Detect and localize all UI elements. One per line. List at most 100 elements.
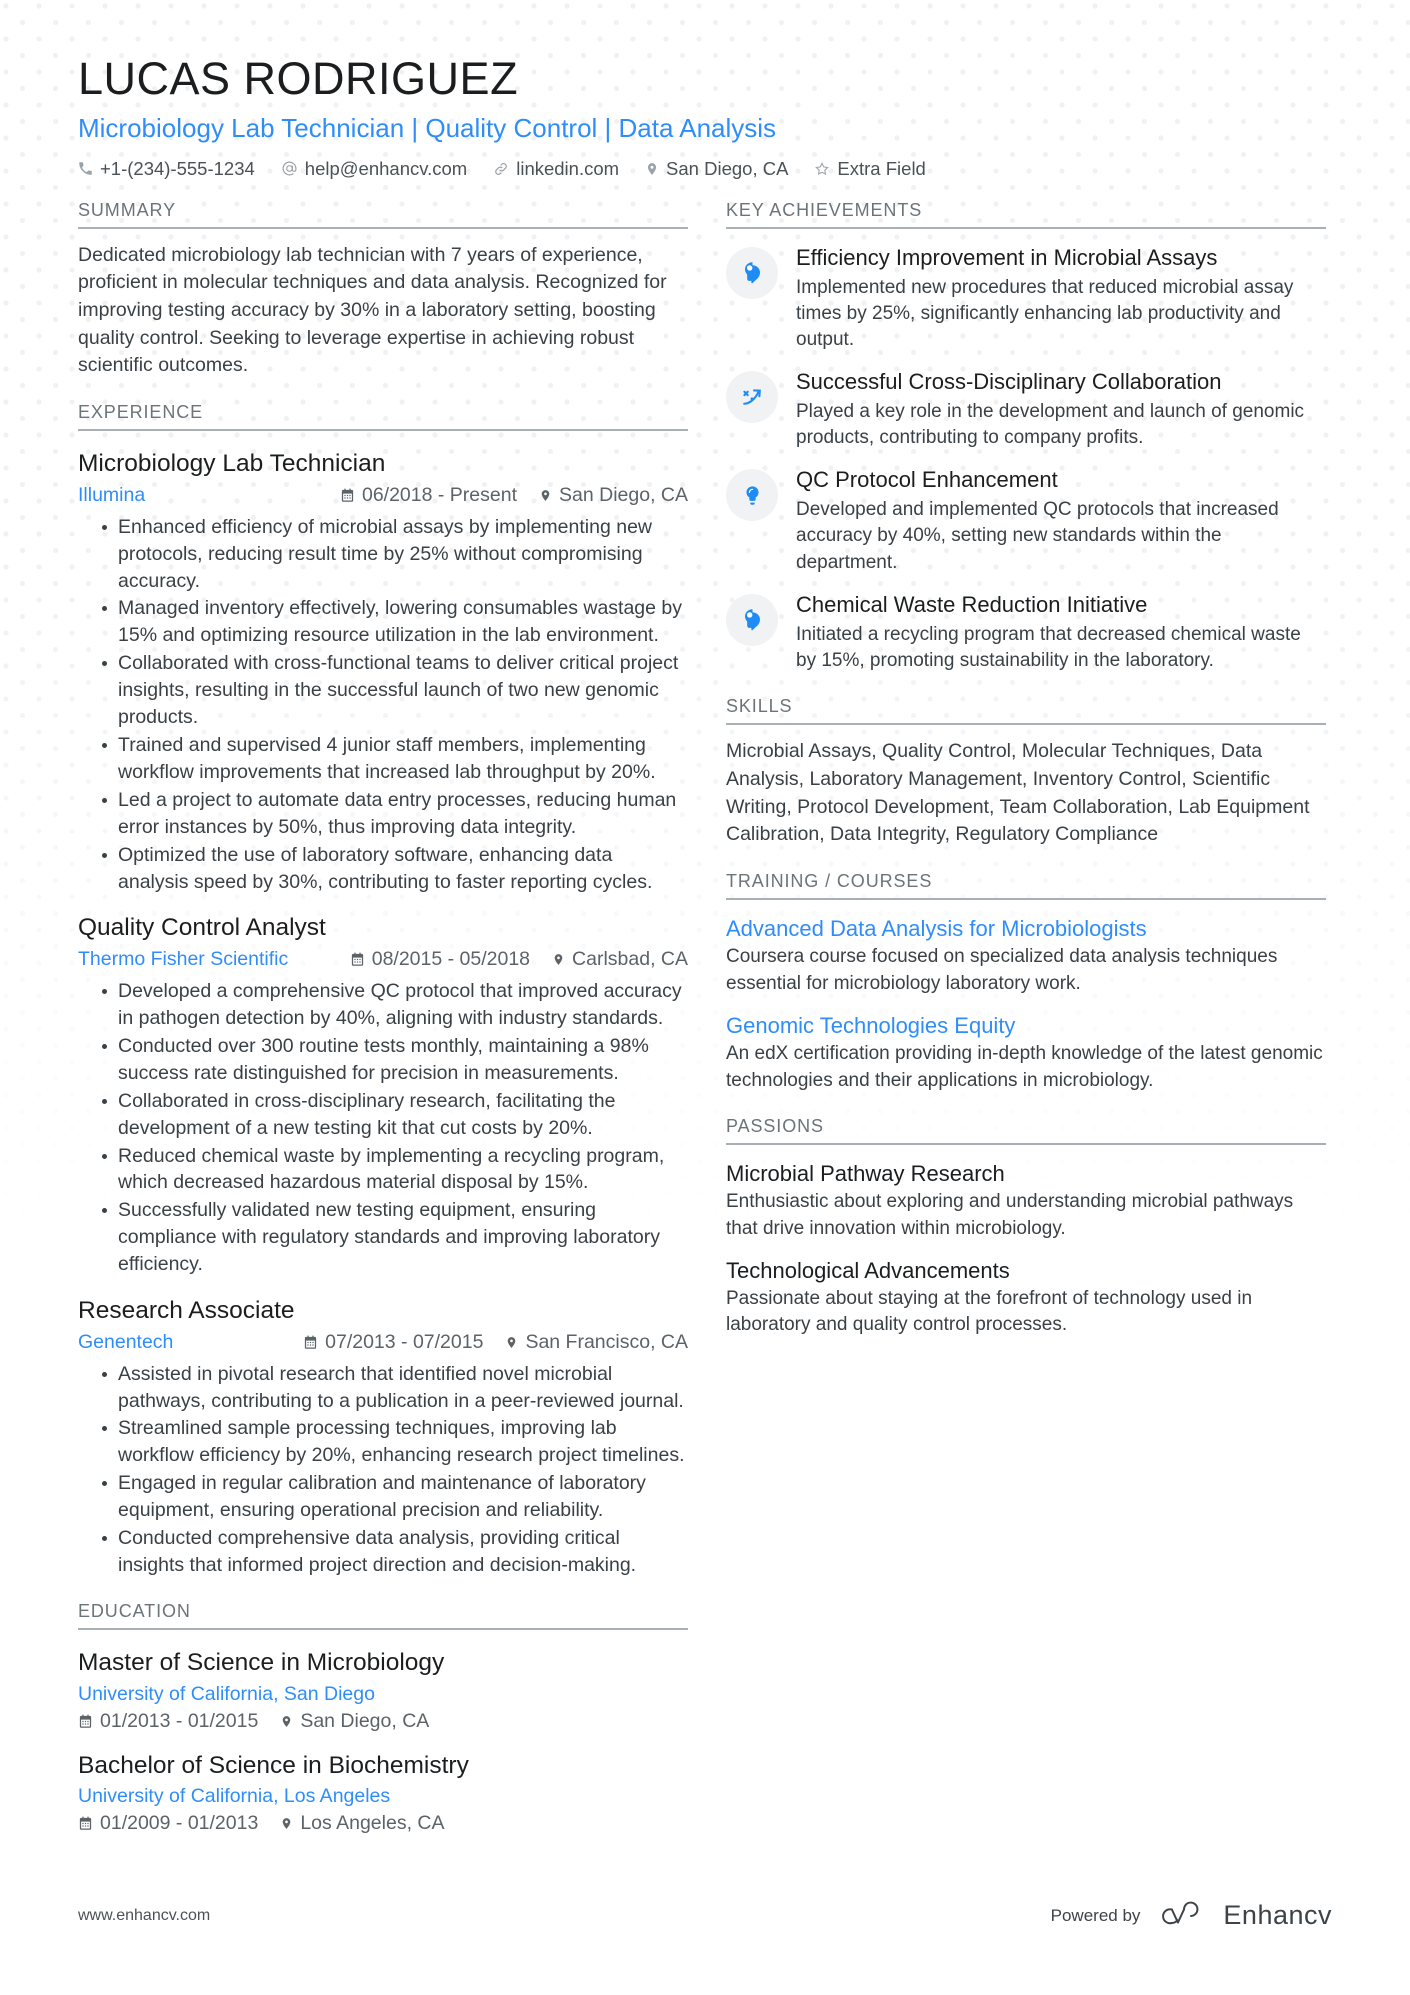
calendar-icon — [78, 1714, 93, 1729]
calendar-icon — [78, 1816, 93, 1831]
job-company[interactable]: Genentech — [78, 1331, 281, 1354]
infinity-check-icon — [1162, 1901, 1199, 1924]
summary-heading: SUMMARY — [78, 200, 688, 229]
achievement-desc: Developed and implemented QC protocols t… — [796, 499, 1279, 573]
achievement-body: Efficiency Improvement in Microbial Assa… — [796, 245, 1326, 353]
section-key-achievements: KEY ACHIEVEMENTS Efficiency Improvement … — [726, 200, 1326, 675]
education-location: Los Angeles, CA — [280, 1812, 445, 1835]
footer-url[interactable]: www.enhancv.com — [78, 1907, 210, 1925]
achievement-body: Chemical Waste Reduction Initiative Init… — [796, 592, 1326, 674]
job-bullet: Led a project to automate data entry pro… — [102, 787, 688, 841]
job-bullet: Trained and supervised 4 junior staff me… — [102, 732, 688, 786]
school-name[interactable]: University of California, San Diego — [78, 1683, 688, 1706]
degree-title: Master of Science in Microbiology — [78, 1648, 445, 1676]
passions-heading: PASSIONS — [726, 1116, 1326, 1145]
enhancv-logo: Enhancv — [1156, 1900, 1332, 1931]
skills-heading: SKILLS — [726, 696, 1326, 726]
resume-header: LUCAS RODRIGUEZ Microbiology Lab Technic… — [78, 0, 1332, 180]
job-bullet: Successfully validated new testing equip… — [102, 1197, 688, 1278]
contact-email-text: help@enhancv.com — [304, 157, 468, 179]
section-education: EDUCATION Master of Science in Microbiol… — [78, 1601, 688, 1835]
enhancv-brand-name: Enhancv — [1223, 1900, 1332, 1930]
section-summary: SUMMARY Dedicated microbiology lab techn… — [78, 200, 688, 380]
job-bullet: Assisted in pivotal research that identi… — [102, 1361, 688, 1415]
achievement-item: Successful Cross-Disciplinary Collaborat… — [726, 369, 1326, 451]
job-bullet: Reduced chemical waste by implementing a… — [102, 1143, 688, 1197]
education-dates-text: 01/2009 - 01/2013 — [100, 1812, 259, 1835]
job-dates-text: 07/2013 - 07/2015 — [325, 1330, 484, 1353]
calendar-icon — [303, 1335, 318, 1350]
passion-item: Technological Advancements Passionate ab… — [726, 1257, 1326, 1339]
experience-entry: Research Associate Genentech 07/2013 - 0… — [78, 1296, 688, 1579]
job-bullet: Optimized the use of laboratory software… — [102, 842, 688, 896]
education-location-text: San Diego, CA — [300, 1709, 430, 1732]
right-column: KEY ACHIEVEMENTS Efficiency Improvement … — [726, 200, 1326, 1339]
section-passions: PASSIONS Microbial Pathway Research Enth… — [726, 1116, 1326, 1339]
passion-desc: Enthusiastic about exploring and underst… — [726, 1191, 1294, 1239]
head-idea-icon — [726, 593, 778, 646]
contact-location: San Diego, CA — [645, 158, 788, 180]
achievement-item: Chemical Waste Reduction Initiative Init… — [726, 592, 1326, 674]
job-location: San Diego, CA — [539, 484, 688, 507]
contact-phone[interactable]: +1-(234)-555-1234 — [78, 158, 255, 180]
contact-linkedin[interactable]: linkedin.com — [493, 158, 619, 180]
achievement-desc: Played a key role in the development and… — [796, 401, 1305, 449]
resume-page: LUCAS RODRIGUEZ Microbiology Lab Technic… — [0, 0, 1410, 1995]
lightbulb-icon — [726, 469, 778, 522]
education-dates: 01/2013 - 01/2015 — [78, 1710, 258, 1733]
experience-entry: Microbiology Lab Technician Illumina 06/… — [78, 449, 688, 895]
candidate-role: Microbiology Lab Technician | Quality Co… — [78, 112, 777, 143]
training-title[interactable]: Advanced Data Analysis for Microbiologis… — [726, 915, 1326, 943]
location-pin-icon — [280, 1816, 293, 1831]
trend-arrow-icon — [726, 371, 778, 424]
job-bullet: Collaborated with cross-functional teams… — [102, 650, 688, 731]
experience-heading: EXPERIENCE — [78, 402, 688, 432]
education-meta: 01/2009 - 01/2013 Los Angeles, CA — [78, 1812, 688, 1835]
section-experience: EXPERIENCE Microbiology Lab Technician I… — [78, 402, 688, 1579]
education-dates: 01/2009 - 01/2013 — [78, 1812, 258, 1835]
job-dates-text: 08/2015 - 05/2018 — [371, 948, 531, 971]
job-dates: 06/2018 - Present — [340, 484, 517, 507]
achievement-body: Successful Cross-Disciplinary Collaborat… — [796, 369, 1326, 451]
education-location-text: Los Angeles, CA — [300, 1812, 445, 1835]
school-name[interactable]: University of California, Los Angeles — [78, 1785, 688, 1808]
achievement-title: Chemical Waste Reduction Initiative — [796, 591, 1148, 617]
location-pin-icon — [645, 161, 659, 177]
job-meta: Thermo Fisher Scientific 08/2015 - 05/20… — [78, 948, 688, 971]
skills-text: Microbial Assays, Quality Control, Molec… — [726, 740, 1310, 846]
degree-title: Bachelor of Science in Biochemistry — [78, 1751, 469, 1779]
training-title[interactable]: Genomic Technologies Equity — [726, 1012, 1326, 1040]
head-idea-icon — [726, 246, 778, 299]
contact-phone-text: +1-(234)-555-1234 — [100, 157, 255, 179]
job-location-text: San Francisco, CA — [525, 1330, 688, 1353]
job-bullet: Conducted comprehensive data analysis, p… — [102, 1525, 688, 1579]
job-dates: 07/2013 - 07/2015 — [303, 1331, 483, 1354]
job-bullet: Engaged in regular calibration and maint… — [102, 1470, 688, 1524]
location-pin-icon — [539, 488, 552, 503]
star-icon — [814, 161, 830, 177]
location-pin-icon — [280, 1714, 293, 1729]
training-desc: Coursera course focused on specialized d… — [726, 946, 1278, 994]
location-pin-icon — [505, 1335, 518, 1350]
passion-title: Technological Advancements — [726, 1257, 1010, 1283]
contact-extra-field: Extra Field — [814, 158, 926, 180]
job-bullets: Assisted in pivotal research that identi… — [78, 1361, 688, 1579]
job-bullet: Collaborated in cross-disciplinary resea… — [102, 1088, 688, 1142]
education-dates-text: 01/2013 - 01/2015 — [100, 1709, 259, 1732]
job-location-text: Carlsbad, CA — [572, 948, 688, 971]
job-company[interactable]: Illumina — [78, 484, 318, 507]
experience-entry: Quality Control Analyst Thermo Fisher Sc… — [78, 913, 688, 1278]
contact-email[interactable]: help@enhancv.com — [281, 158, 467, 180]
calendar-icon — [340, 488, 355, 503]
education-entry: Master of Science in Microbiology Univer… — [78, 1648, 688, 1733]
job-bullets: Developed a comprehensive QC protocol th… — [78, 978, 688, 1278]
contact-list: +1-(234)-555-1234 help@enhancv.com linke… — [78, 158, 1332, 180]
school-name-row: University of California, Los Angeles — [78, 1785, 688, 1808]
job-meta: Illumina 06/2018 - Present San Diego, CA — [78, 484, 688, 507]
job-company[interactable]: Thermo Fisher Scientific — [78, 948, 328, 971]
section-skills: SKILLS Microbial Assays, Quality Control… — [726, 696, 1326, 849]
education-location: San Diego, CA — [280, 1710, 429, 1733]
passion-title: Microbial Pathway Research — [726, 1160, 1005, 1186]
job-bullets: Enhanced efficiency of microbial assays … — [78, 514, 688, 896]
candidate-name: LUCAS RODRIGUEZ — [78, 53, 519, 104]
